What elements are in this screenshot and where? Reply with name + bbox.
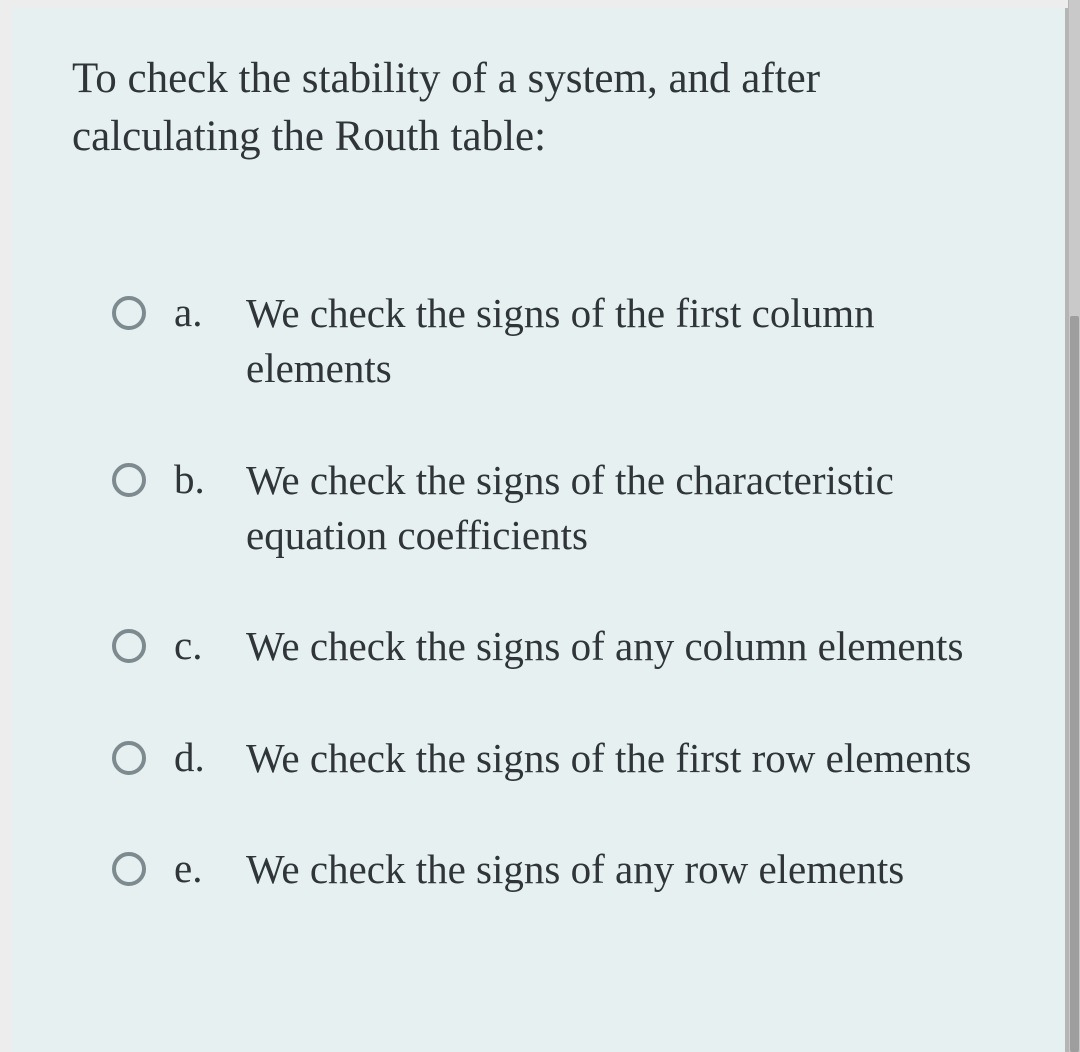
option-text: We check the signs of the first row elem… [246, 731, 1005, 786]
option-letter: c. [174, 619, 218, 672]
option-text: We check the signs of the first column e… [246, 286, 1005, 397]
radio-icon[interactable] [112, 296, 146, 330]
option-e[interactable]: e. We check the signs of any row element… [112, 842, 1005, 897]
page-frame: To check the stability of a system, and … [0, 0, 1080, 1052]
option-letter: d. [174, 731, 218, 784]
radio-icon[interactable] [112, 741, 146, 775]
radio-icon[interactable] [112, 629, 146, 663]
options-list: a. We check the signs of the first colum… [72, 286, 1015, 897]
option-text: We check the signs of any column element… [246, 619, 1005, 674]
scrollbar[interactable] [1068, 0, 1080, 1052]
question-text: To check the stability of a system, and … [72, 50, 1015, 166]
option-c[interactable]: c. We check the signs of any column elem… [112, 619, 1005, 674]
option-a[interactable]: a. We check the signs of the first colum… [112, 286, 1005, 397]
option-letter: a. [174, 286, 218, 339]
option-b[interactable]: b. We check the signs of the characteris… [112, 453, 1005, 564]
option-d[interactable]: d. We check the signs of the first row e… [112, 731, 1005, 786]
radio-icon[interactable] [112, 463, 146, 497]
option-text: We check the signs of the characteristic… [246, 453, 1005, 564]
radio-icon[interactable] [112, 852, 146, 886]
option-letter: e. [174, 842, 218, 895]
question-card: To check the stability of a system, and … [12, 8, 1068, 1052]
scroll-thumb[interactable] [1070, 316, 1079, 1052]
option-text: We check the signs of any row elements [246, 842, 1005, 897]
option-letter: b. [174, 453, 218, 506]
